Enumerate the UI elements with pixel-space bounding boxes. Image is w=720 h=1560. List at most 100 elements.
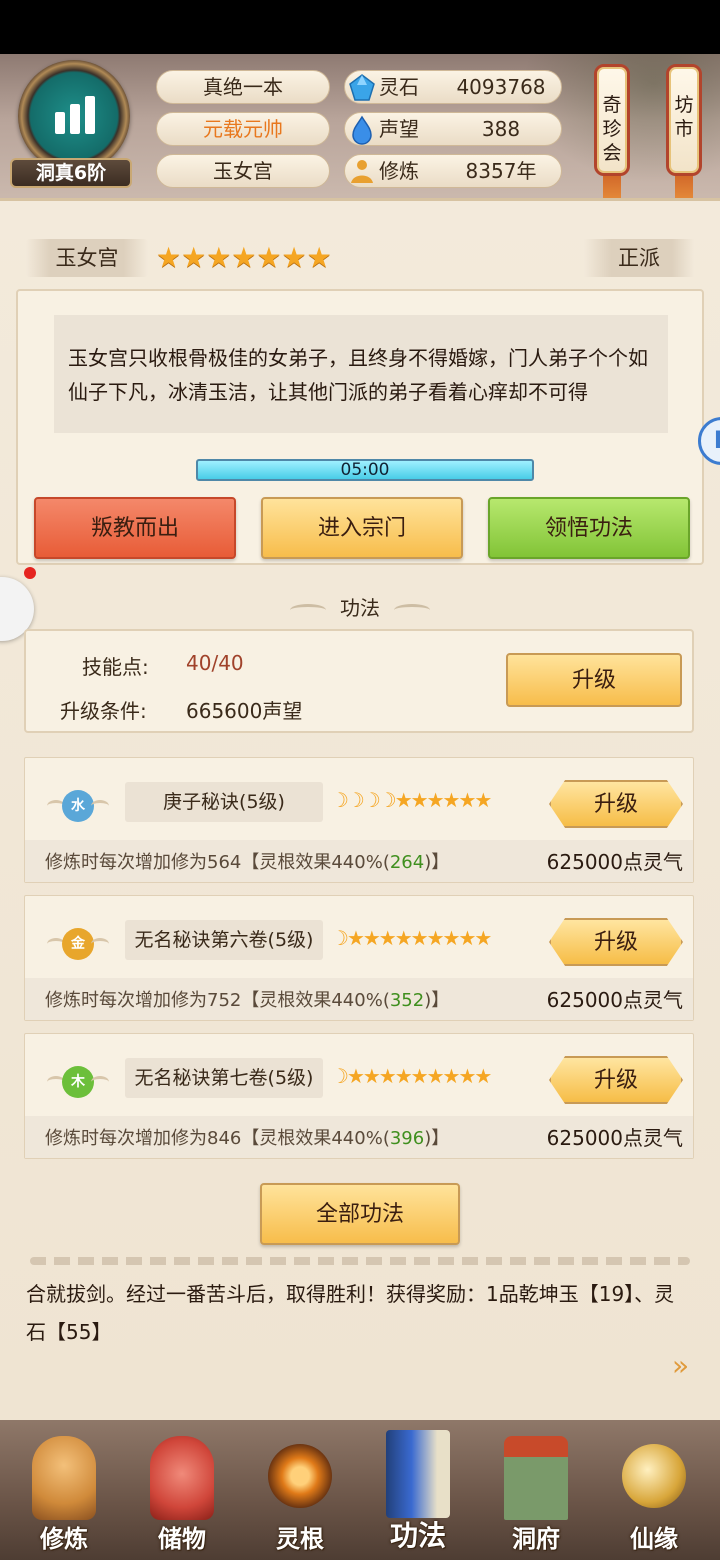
technique-cost: 625000点灵气	[546, 850, 683, 874]
technique-cost: 625000点灵气	[546, 1126, 683, 1150]
nav-label: 灵根	[276, 1525, 324, 1553]
sect-tag: 玉女宫	[156, 154, 330, 188]
technique-info: 修炼时每次增加修为564【灵根效果440%(264)】 625000点灵气	[25, 840, 693, 882]
storage-bag-icon	[150, 1436, 214, 1520]
sect-panel: 玉女宫 ★★★★★★★ 正派 玉女宫只收根骨极佳的女弟子，且终身不得婚嫁，门人弟…	[0, 198, 720, 1420]
technique-info: 修炼时每次增加修为752【灵根效果440%(352)】 625000点灵气	[25, 978, 693, 1020]
resource-label: 修炼	[379, 159, 419, 183]
moon-rating: ☽☽☽☽	[331, 788, 397, 812]
battle-log: 合就拔剑。经过一番苦斗后，取得胜利！获得奖励：1品乾坤玉【19】、灵石【55】	[26, 1282, 675, 1344]
lantern-char: 珍	[602, 118, 622, 140]
upgrade-condition-label: 升级条件:	[60, 699, 147, 723]
nav-label: 修炼	[40, 1525, 88, 1553]
technique-info: 修炼时每次增加修为846【灵根效果440%(396)】 625000点灵气	[25, 1116, 693, 1158]
effect-bonus: 352	[389, 990, 425, 1011]
effect-text: )】	[424, 852, 450, 873]
skill-points-value: 40/40	[186, 651, 244, 675]
reputation-resource: 声望 388	[344, 112, 562, 146]
effect-bonus: 264	[389, 852, 425, 873]
star-rating: ★★★★★★★★★	[346, 1064, 492, 1088]
lantern-char: 市	[674, 118, 694, 140]
spirit-stone-resource: 灵石 4093768	[344, 70, 562, 104]
nav-technique[interactable]: 功法	[368, 1430, 468, 1556]
wing-decoration	[91, 938, 109, 950]
nav-storage[interactable]: 储物	[132, 1430, 232, 1556]
upgrade-skill-points-button[interactable]: 升级	[506, 653, 682, 707]
technique-section-title: 功法	[0, 593, 720, 623]
divider	[30, 1257, 690, 1265]
ornament-left	[290, 603, 326, 616]
ornament-right	[394, 603, 430, 616]
fortune-icon	[622, 1444, 686, 1508]
market-lantern[interactable]: 坊 市	[666, 64, 702, 176]
faction-label: 正派	[584, 239, 694, 277]
rank-badge: 洞真6阶	[10, 158, 132, 188]
nav-label: 洞府	[512, 1525, 560, 1553]
resource-value: 388	[481, 117, 521, 141]
reputation-icon	[352, 115, 372, 145]
treasure-fair-lantern[interactable]: 奇 珍 会	[594, 64, 630, 176]
technique-cost: 625000点灵气	[546, 988, 683, 1012]
wing-decoration	[91, 1076, 109, 1088]
enter-sect-button[interactable]: 进入宗门	[261, 497, 463, 559]
technique-rating: ☽☽☽☽★★★★★★	[331, 788, 493, 812]
sect-description-card: 玉女宫只收根骨极佳的女弟子，且终身不得婚嫁，门人弟子个个如仙子下凡，冰清玉洁，让…	[16, 289, 704, 565]
technique-name: 无名秘诀第七卷(5级)	[125, 1058, 323, 1098]
star-rating: ★★★★★★★★★	[346, 926, 492, 950]
sect-name: 玉女宫	[26, 239, 148, 277]
resource-label: 灵石	[379, 75, 419, 99]
technique-effect: 修炼时每次增加修为752【灵根效果440%(352)】	[45, 986, 449, 1012]
sect-description: 玉女宫只收根骨极佳的女弟子，且终身不得婚嫁，门人弟子个个如仙子下凡，冰清玉洁，让…	[54, 315, 668, 433]
water-element-icon: 水	[47, 786, 109, 826]
wing-decoration	[91, 800, 109, 812]
skill-points-label: 技能点:	[82, 655, 149, 679]
nav-spirit-root[interactable]: 灵根	[250, 1430, 350, 1556]
technique-effect: 修炼时每次增加修为846【灵根效果440%(396)】	[45, 1124, 449, 1150]
effect-text: 修炼时每次增加修为564【灵根效果440%(	[45, 852, 390, 873]
effect-text: )】	[424, 990, 450, 1011]
technique-book-icon	[386, 1430, 450, 1518]
lantern-char: 会	[602, 142, 622, 164]
upgrade-technique-button[interactable]: 升级	[549, 1056, 683, 1104]
resource-label: 声望	[379, 117, 419, 141]
tassel-decoration	[675, 176, 693, 200]
section-title-text: 功法	[340, 596, 380, 620]
spirit-root-icon	[268, 1444, 332, 1508]
meditation-icon	[351, 160, 373, 183]
technique-name: 无名秘诀第六卷(5级)	[125, 920, 323, 960]
cultivation-resource: 修炼 8357年	[344, 154, 562, 188]
position-tag: 元载元帅	[156, 112, 330, 146]
nav-label: 储物	[158, 1525, 206, 1553]
nav-cultivate[interactable]: 修炼	[14, 1430, 114, 1556]
upgrade-technique-button[interactable]: 升级	[549, 780, 683, 828]
upgrade-condition-value: 665600声望	[186, 699, 303, 723]
technique-row: 金 无名秘诀第六卷(5级) ☽★★★★★★★★★ 升级 修炼时每次增加修为752…	[24, 895, 694, 1021]
chevron-right-icon[interactable]: »	[672, 1351, 702, 1381]
sect-header: 玉女宫 ★★★★★★★ 正派	[26, 235, 694, 279]
nav-cave[interactable]: 洞府	[486, 1430, 586, 1556]
timer-bar: 05:00	[196, 459, 534, 481]
star-rating: ★★★★★★	[394, 788, 493, 812]
nav-label: 功法	[389, 1519, 446, 1552]
title-tag: 真绝一本	[156, 70, 330, 104]
effect-text: 修炼时每次增加修为846【灵根效果440%(	[45, 1128, 390, 1149]
comprehend-technique-button[interactable]: 领悟功法	[488, 497, 690, 559]
moon-rating: ☽	[331, 926, 349, 950]
technique-rating: ☽★★★★★★★★★	[331, 1064, 492, 1088]
element-label: 金	[62, 928, 94, 960]
leave-sect-button[interactable]: 叛教而出	[34, 497, 236, 559]
all-techniques-button[interactable]: 全部功法	[260, 1183, 460, 1245]
bottom-navigation: 修炼 储物 灵根 功法 洞府 仙缘	[0, 1420, 720, 1560]
lantern-char: 奇	[602, 94, 622, 116]
cave-mansion-icon	[504, 1436, 568, 1520]
technique-effect: 修炼时每次增加修为564【灵根效果440%(264)】	[45, 848, 449, 874]
technique-name: 庚子秘诀(5级)	[125, 782, 323, 822]
resource-value: 8357年	[465, 159, 537, 183]
resource-value: 4093768	[456, 75, 546, 99]
sect-stars: ★★★★★★★	[156, 241, 332, 274]
upgrade-technique-button[interactable]: 升级	[549, 918, 683, 966]
technique-row: 木 无名秘诀第七卷(5级) ☽★★★★★★★★★ 升级 修炼时每次增加修为846…	[24, 1033, 694, 1159]
wood-element-icon: 木	[47, 1062, 109, 1102]
skill-points-card: 技能点: 40/40 升级条件: 665600声望 升级	[24, 629, 694, 733]
nav-fortune[interactable]: 仙缘	[604, 1430, 704, 1556]
